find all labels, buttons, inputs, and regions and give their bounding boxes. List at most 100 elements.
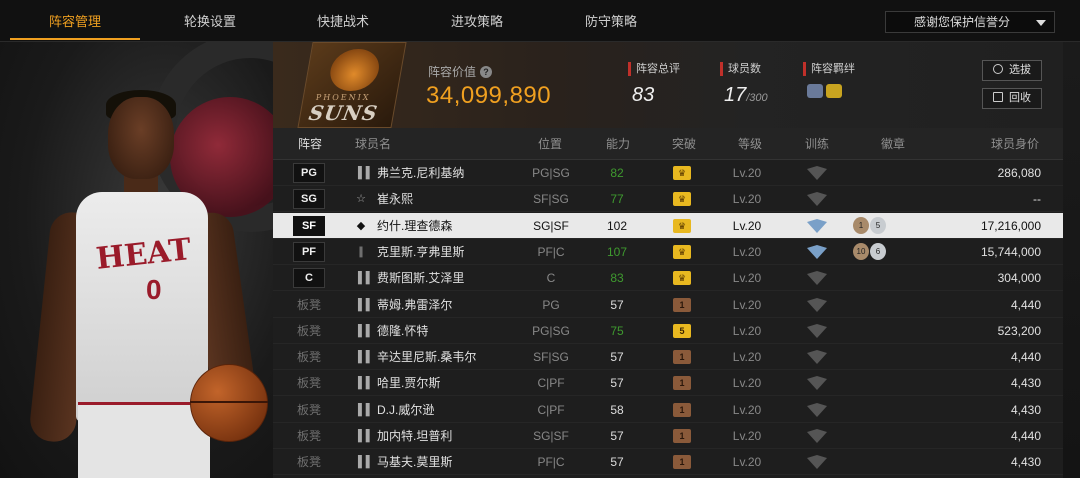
training-icon[interactable] xyxy=(806,244,828,259)
player-ability: 57 xyxy=(610,297,624,312)
col-training[interactable]: 训练 xyxy=(805,128,829,160)
player-head xyxy=(108,97,174,179)
player-tier-icon: ▐▐ xyxy=(354,298,370,311)
training-icon[interactable] xyxy=(806,218,828,233)
training-icon[interactable] xyxy=(806,192,828,207)
player-name[interactable]: 辛达里尼斯.桑韦尔 xyxy=(377,344,476,370)
tab-lineup-management[interactable]: 阵容管理 xyxy=(10,0,140,40)
badge-silver[interactable]: 6 xyxy=(870,242,886,260)
col-lineup[interactable]: 阵容 xyxy=(298,128,322,160)
training-icon[interactable] xyxy=(806,402,828,417)
table-row[interactable]: 板凳 ▐▐ 马基夫.莫里斯 PF|C 57 1 Lv.20 4,430 xyxy=(273,449,1063,476)
player-level: Lv.20 xyxy=(732,271,762,286)
tab-defense-strategy[interactable]: 防守策略 xyxy=(546,0,676,40)
player-name[interactable]: 马基夫.莫里斯 xyxy=(377,449,452,475)
badge-bronze[interactable]: 10 xyxy=(853,242,869,260)
player-tier-icon: ▐▐ xyxy=(354,403,370,416)
table-row[interactable]: 板凳 ▐▐ 德隆.怀特 PG|SG 75 5 Lv.20 523,200 xyxy=(273,318,1063,344)
lineup-value: 34,099,890 xyxy=(426,82,552,109)
col-ability[interactable]: 能力 xyxy=(606,128,630,160)
breakthrough-crown-icon: ♛ xyxy=(673,244,691,259)
player-level: Lv.20 xyxy=(732,455,762,470)
training-icon[interactable] xyxy=(806,166,828,180)
bond-group-icon[interactable] xyxy=(807,84,823,98)
breakthrough-level-badge: 1 xyxy=(673,350,691,365)
player-name[interactable]: 哈里.贾尔斯 xyxy=(377,370,440,396)
player-name[interactable]: 费斯图斯.艾泽里 xyxy=(377,265,464,291)
slot-bench-label: 板凳 xyxy=(297,376,322,391)
badge-silver[interactable]: 5 xyxy=(870,216,886,234)
table-row[interactable]: PG ▐▐ 弗兰克.尼利基纳 PG|SG 82 ♛ Lv.20 286,080 xyxy=(273,160,1063,186)
player-shorts xyxy=(78,402,210,478)
player-name[interactable]: 崔永熙 xyxy=(377,186,413,212)
player-ability: 83 xyxy=(610,271,624,286)
table-row[interactable]: 板凳 ▐▐ 哈里.贾尔斯 C|PF 57 1 Lv.20 4,430 xyxy=(273,370,1063,397)
training-icon[interactable] xyxy=(806,429,828,443)
training-icon[interactable] xyxy=(806,350,828,365)
col-player-value[interactable]: 球员身价 xyxy=(991,128,1039,160)
col-badges[interactable]: 徽章 xyxy=(881,128,905,160)
refresh-icon xyxy=(993,64,1003,74)
player-name[interactable]: 弗兰克.尼利基纳 xyxy=(377,160,464,186)
training-icon[interactable] xyxy=(806,297,828,312)
logo-name: SUNS xyxy=(306,101,380,125)
training-icon[interactable] xyxy=(806,455,828,470)
table-row[interactable]: C ▐▐ 费斯图斯.艾泽里 C 83 ♛ Lv.20 304,000 xyxy=(273,265,1063,292)
player-ability: 102 xyxy=(606,218,628,233)
breakthrough-crown-icon: ♛ xyxy=(673,192,691,207)
player-position: C|PF xyxy=(537,376,565,391)
table-row[interactable]: SF ◆ 约什.理查德森 SG|SF 102 ♛ Lv.20 1 5 17,216,000 xyxy=(273,212,1063,239)
training-icon[interactable] xyxy=(806,323,828,338)
player-value: 4,430 xyxy=(1010,376,1041,391)
slot-position-badge: C xyxy=(293,268,325,289)
help-icon[interactable]: ? xyxy=(480,66,493,78)
col-breakthrough[interactable]: 突破 xyxy=(672,128,696,160)
breakthrough-crown-icon: ♛ xyxy=(673,271,691,286)
table-row[interactable]: 板凳 ▐▐ 蒂姆.弗雷泽尔 PG 57 1 Lv.20 4,440 xyxy=(273,292,1063,318)
slot-bench-label: 板凳 xyxy=(297,455,322,470)
table-row[interactable]: 板凳 ▐▐ D.J.威尔逊 C|PF 58 1 Lv.20 4,430 xyxy=(273,397,1063,423)
player-name[interactable]: 约什.理查德森 xyxy=(377,213,452,239)
player-name[interactable]: 德隆.怀特 xyxy=(377,318,428,344)
player-value: 4,430 xyxy=(1010,402,1041,417)
player-name[interactable]: D.J.威尔逊 xyxy=(377,397,434,423)
tab-quick-tactics[interactable]: 快捷战术 xyxy=(278,0,408,40)
col-position[interactable]: 位置 xyxy=(538,128,562,160)
team-banner: PHOENIX SUNS 阵容价值? 34,099,890 阵容总评 83 球员… xyxy=(273,42,1063,128)
player-name[interactable]: 克里斯.亨弗里斯 xyxy=(377,239,464,265)
select-button[interactable]: 选拔 xyxy=(982,60,1042,81)
badge-bronze[interactable]: 1 xyxy=(853,216,869,234)
player-value: 286,080 xyxy=(997,166,1041,180)
table-row[interactable]: 板凳 ▐▐ 加内特.坦普利 SG|SF 57 1 Lv.20 4,440 xyxy=(273,423,1063,449)
player-level: Lv.20 xyxy=(732,244,762,259)
bond-gold-icon[interactable] xyxy=(826,84,842,98)
player-jersey xyxy=(76,192,208,422)
slot-position-badge: SG xyxy=(293,189,325,210)
player-name[interactable]: 加内特.坦普利 xyxy=(377,423,452,449)
table-header: 阵容 球员名 位置 能力 突破 等级 训练 徽章 球员身价 xyxy=(273,128,1063,160)
player-count-max: /300 xyxy=(746,92,768,104)
table-row[interactable]: SG ☆ 崔永熙 SF|SG 77 ♛ Lv.20 -- xyxy=(273,186,1063,213)
training-icon[interactable] xyxy=(806,376,828,391)
tab-rotation-settings[interactable]: 轮换设置 xyxy=(145,0,275,40)
player-level: Lv.20 xyxy=(732,402,762,417)
tab-offense-strategy[interactable]: 进攻策略 xyxy=(412,0,542,40)
table-row[interactable]: PF ∥ 克里斯.亨弗里斯 PF|C 107 ♛ Lv.20 10 6 15,744,000 xyxy=(273,239,1063,265)
player-position: PG xyxy=(542,297,560,312)
player-tier-icon: ◆ xyxy=(356,219,366,232)
player-value: 4,440 xyxy=(1010,297,1041,312)
player-position: PF|C xyxy=(537,455,565,470)
reputation-dropdown[interactable]: 感谢您保护信誉分 xyxy=(885,11,1055,33)
player-value: 304,000 xyxy=(997,271,1041,286)
recycle-button[interactable]: 回收 xyxy=(982,88,1042,109)
basketball-seam xyxy=(190,401,268,403)
breakthrough-level-badge: 1 xyxy=(673,429,691,443)
col-player-name[interactable]: 球员名 xyxy=(355,128,391,160)
breakthrough-level-badge: 5 xyxy=(673,323,691,338)
player-tier-icon: ☆ xyxy=(356,193,366,206)
table-row[interactable]: 板凳 ▐▐ 辛达里尼斯.桑韦尔 SF|SG 57 1 Lv.20 4,440 xyxy=(273,344,1063,371)
col-level[interactable]: 等级 xyxy=(738,128,762,160)
training-icon[interactable] xyxy=(806,271,828,286)
player-name[interactable]: 蒂姆.弗雷泽尔 xyxy=(377,292,452,318)
player-tier-icon: ▐▐ xyxy=(354,324,370,337)
